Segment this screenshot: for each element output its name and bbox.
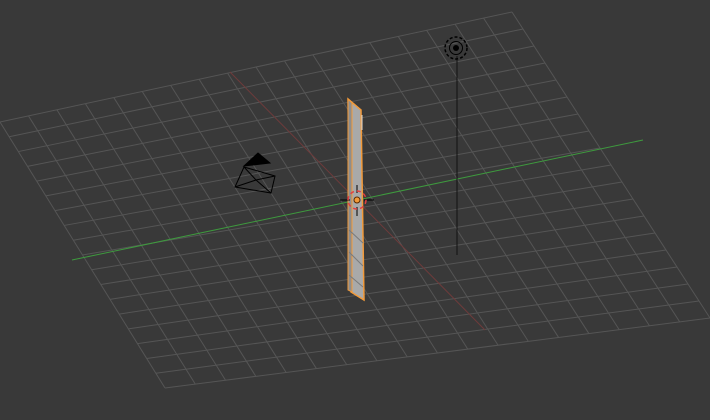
grid-line <box>426 30 620 330</box>
viewport-canvas[interactable] <box>0 0 710 420</box>
lamp-center-dot <box>453 45 459 51</box>
camera-up-triangle <box>242 152 272 167</box>
grid-line <box>483 17 681 323</box>
grid-line <box>119 232 656 315</box>
grid-line <box>128 249 667 330</box>
3d-viewport[interactable] <box>0 0 710 420</box>
grid-line <box>100 198 634 286</box>
lamp-object[interactable] <box>444 36 468 255</box>
grid-line <box>284 60 469 350</box>
grid-line <box>146 283 689 359</box>
grid-line <box>155 300 700 374</box>
grid-line <box>511 11 710 319</box>
mesh-side-face <box>347 97 353 293</box>
camera-frustum-edge <box>255 175 276 181</box>
grid-line <box>109 215 645 300</box>
3d-cursor[interactable] <box>340 185 374 216</box>
object-origin-icon <box>353 196 361 204</box>
grid-line <box>369 42 560 338</box>
grid-line <box>454 23 650 327</box>
